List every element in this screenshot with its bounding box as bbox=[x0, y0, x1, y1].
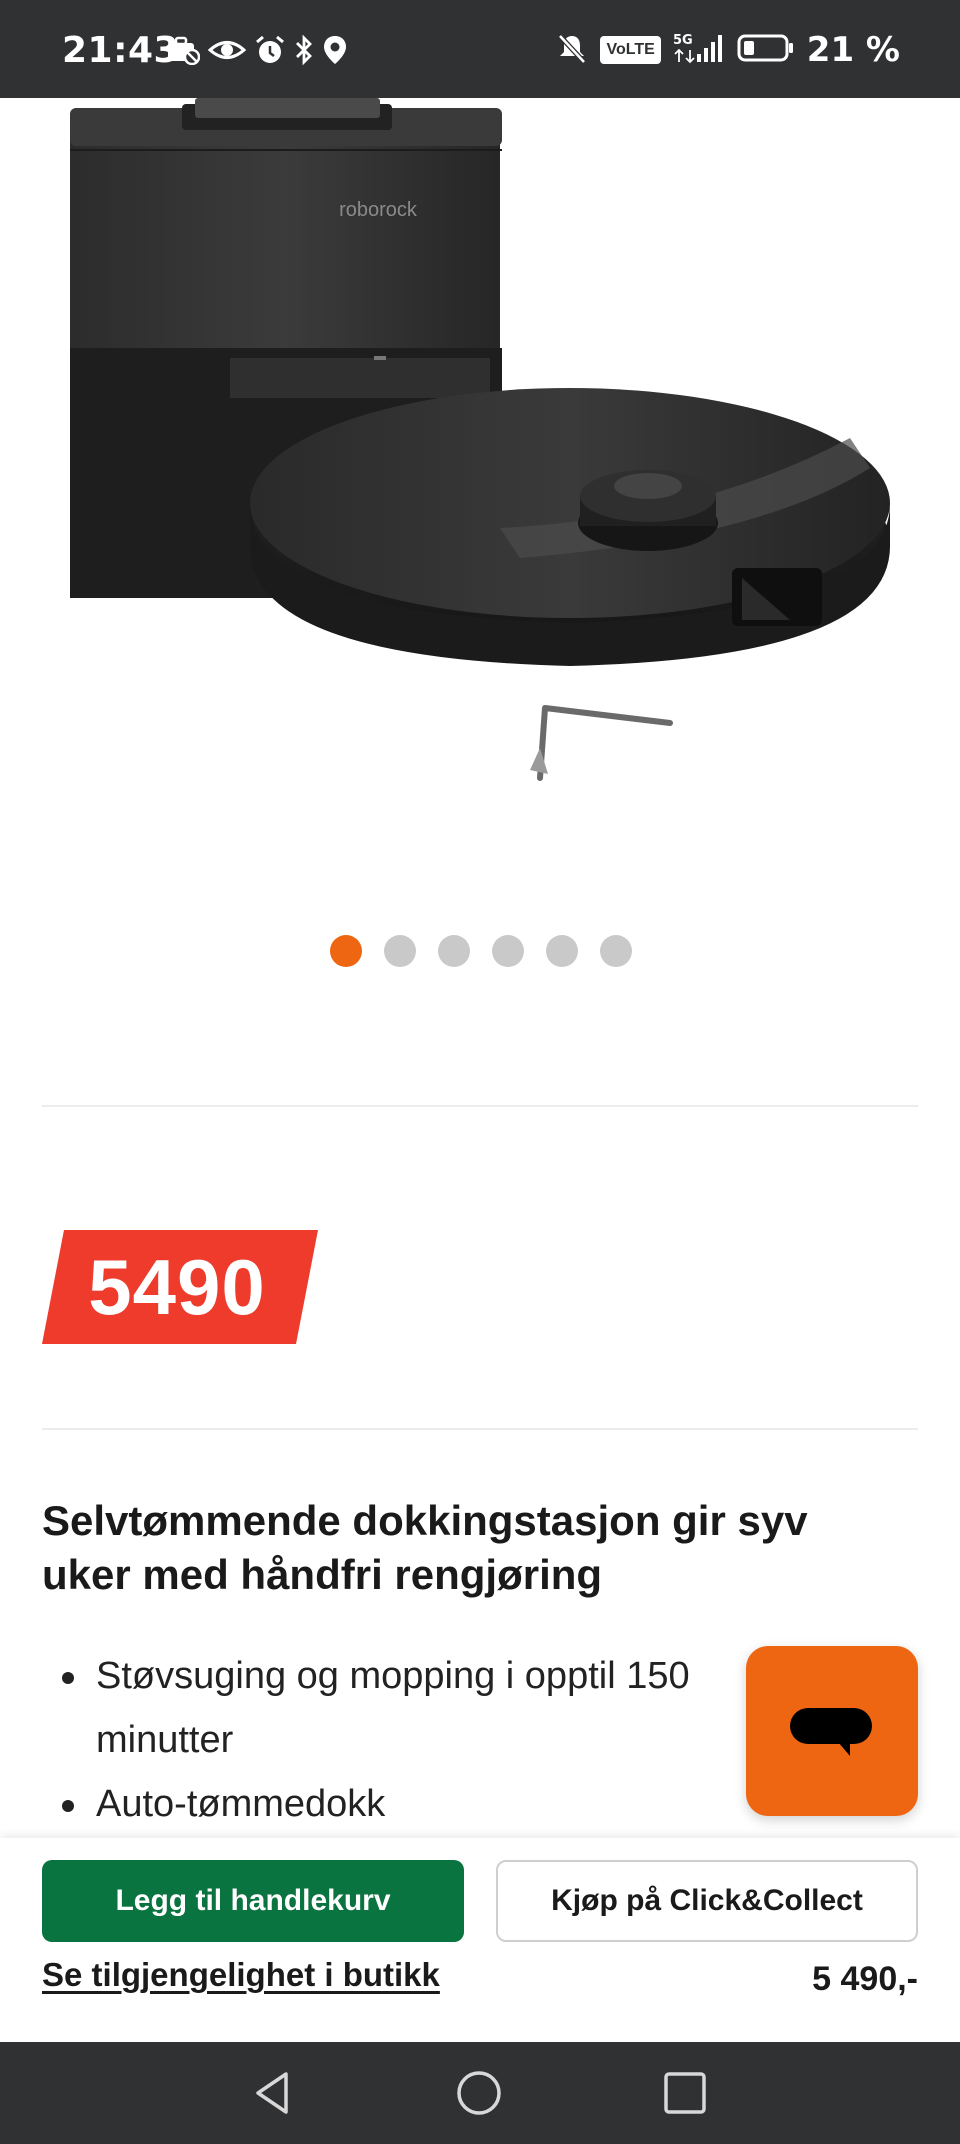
click-and-collect-button[interactable]: Kjøp på Click&Collect bbox=[496, 1860, 918, 1942]
carousel-dot-3[interactable] bbox=[438, 935, 470, 967]
carousel-dot-5[interactable] bbox=[546, 935, 578, 967]
carousel-dot-2[interactable] bbox=[384, 935, 416, 967]
navigation-bar bbox=[0, 2042, 960, 2144]
divider bbox=[42, 1428, 918, 1430]
feature-item: Auto-tømmedokk bbox=[42, 1772, 742, 1836]
product-headline: Selvtømmende dokkingstasjon gir syv uker… bbox=[42, 1497, 808, 1598]
carousel-dot-1[interactable] bbox=[330, 935, 362, 967]
product-image[interactable]: roborock bbox=[0, 98, 960, 818]
carousel-dot-6[interactable] bbox=[600, 935, 632, 967]
carousel-dot-4[interactable] bbox=[492, 935, 524, 967]
volte-icon: VoLTE bbox=[600, 36, 661, 64]
signal-icon: 5G bbox=[673, 32, 725, 69]
bluetooth-icon bbox=[294, 34, 314, 71]
eye-icon bbox=[207, 35, 247, 70]
action-bar: Legg til handlekurv Kjøp på Click&Collec… bbox=[0, 1838, 960, 2042]
battery-icon bbox=[737, 33, 795, 68]
back-icon[interactable] bbox=[250, 2070, 296, 2121]
feature-list: Støvsuging og mopping i opptil 150 minut… bbox=[42, 1644, 742, 1836]
svg-text:5G: 5G bbox=[673, 33, 693, 48]
mute-icon bbox=[556, 32, 588, 69]
status-icons-right: VoLTE 5G 21 % bbox=[556, 30, 900, 70]
status-icons-left bbox=[166, 32, 348, 72]
alarm-icon bbox=[254, 34, 286, 71]
image-carousel-dots bbox=[330, 935, 632, 967]
brand-mark: roborock bbox=[339, 199, 418, 221]
feature-item: Støvsuging og mopping i opptil 150 minut… bbox=[42, 1644, 742, 1772]
location-icon bbox=[322, 34, 348, 71]
status-bar: 21:43 VoLTE 5G 21 % bbox=[0, 0, 960, 98]
chat-bubble-icon bbox=[790, 1708, 872, 1756]
status-time: 21:43 bbox=[62, 30, 180, 71]
home-icon[interactable] bbox=[456, 2070, 502, 2121]
battery-percentage: 21 % bbox=[806, 30, 900, 70]
add-to-cart-button[interactable]: Legg til handlekurv bbox=[42, 1860, 464, 1942]
footer-price: 5 490,- bbox=[812, 1960, 918, 1998]
price-value: 5490 bbox=[88, 1243, 266, 1331]
chat-button[interactable] bbox=[746, 1646, 918, 1816]
store-availability-link[interactable]: Se tilgjengelighet i butikk bbox=[42, 1956, 440, 1994]
recents-icon[interactable] bbox=[662, 2070, 708, 2121]
price-tag: 5490 bbox=[42, 1230, 318, 1344]
divider bbox=[42, 1105, 918, 1107]
briefcase-icon bbox=[166, 35, 201, 70]
